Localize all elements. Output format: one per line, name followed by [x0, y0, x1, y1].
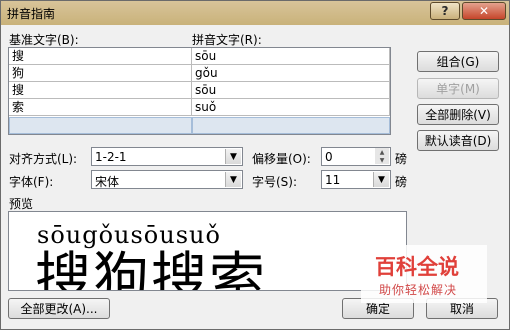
ruby-text-cell[interactable]: suǒ	[192, 99, 390, 116]
spin-up-icon[interactable]: ▲	[375, 148, 389, 156]
font-label: 字体(F):	[9, 175, 54, 189]
preview-pinyin: sōugǒusōusuǒ	[37, 221, 221, 249]
size-unit: 磅	[395, 175, 408, 189]
font-select[interactable]: 宋体 ▼	[91, 170, 243, 189]
single-char-button[interactable]: 单字(M)	[417, 78, 499, 99]
chevron-down-icon[interactable]: ▼	[373, 172, 389, 187]
alignment-value: 1-2-1	[95, 150, 127, 164]
watermark-subtitle: 助你轻松解决	[379, 283, 458, 297]
ruby-text-cell[interactable]	[192, 117, 390, 134]
change-all-button[interactable]: 全部更改(A)...	[8, 298, 110, 319]
size-label: 字号(S):	[252, 175, 298, 189]
group-button[interactable]: 组合(G)	[417, 51, 499, 72]
ruby-text-cell[interactable]: gǒu	[192, 65, 390, 82]
base-text-cell[interactable]: 狗	[9, 65, 192, 82]
table-row: 狗 gǒu	[9, 65, 390, 82]
base-text-cell[interactable]: 索	[9, 99, 192, 116]
watermark-logo: 百科全说	[375, 255, 459, 279]
font-value: 宋体	[95, 175, 120, 189]
base-text-cell[interactable]: 搜	[9, 48, 192, 65]
spin-down-icon[interactable]: ▼	[375, 156, 389, 164]
table-row: 搜 sōu	[9, 48, 390, 65]
base-text-label: 基准文字(B):	[9, 33, 79, 47]
default-reading-button[interactable]: 默认读音(D)	[417, 130, 499, 151]
ruby-text-cell[interactable]: sōu	[192, 48, 390, 65]
window-title: 拼音指南	[7, 7, 56, 21]
watermark: 百科全说 助你轻松解决	[361, 245, 487, 303]
alignment-select[interactable]: 1-2-1 ▼	[91, 147, 243, 166]
base-text-cell[interactable]: 搜	[9, 82, 192, 99]
size-select[interactable]: 11 ▼	[321, 170, 391, 189]
help-icon[interactable]: ?	[430, 2, 460, 20]
offset-label: 偏移量(O):	[252, 152, 311, 166]
close-icon[interactable]: ✕	[462, 2, 506, 20]
offset-value: 0	[325, 150, 333, 164]
pinyin-table: 搜 sōu 狗 gǒu 搜 sōu 索 suǒ	[8, 47, 391, 135]
preview-characters: 搜狗搜索	[35, 247, 267, 291]
base-text-cell[interactable]	[9, 117, 192, 134]
table-row: 索 suǒ	[9, 99, 390, 116]
ruby-text-cell[interactable]: sōu	[192, 82, 390, 99]
size-value: 11	[325, 173, 341, 187]
table-row-empty	[9, 117, 390, 134]
preview-box: sōugǒusōusuǒ 搜狗搜索	[8, 211, 407, 291]
table-row: 搜 sōu	[9, 82, 390, 99]
title-bar: 拼音指南 ? ✕	[1, 1, 509, 25]
alignment-label: 对齐方式(L):	[9, 152, 78, 166]
pinyin-guide-dialog: 拼音指南 ? ✕ 基准文字(B): 拼音文字(R): 搜 sōu 狗 gǒu 搜…	[0, 0, 510, 330]
offset-unit: 磅	[395, 152, 408, 166]
offset-stepper[interactable]: 0 ▲ ▼	[321, 147, 391, 166]
chevron-down-icon[interactable]: ▼	[225, 172, 241, 187]
ruby-text-label: 拼音文字(R):	[192, 33, 262, 47]
preview-label: 预览	[9, 197, 34, 211]
clear-all-button[interactable]: 全部删除(V)	[417, 104, 499, 125]
chevron-down-icon[interactable]: ▼	[225, 149, 241, 164]
